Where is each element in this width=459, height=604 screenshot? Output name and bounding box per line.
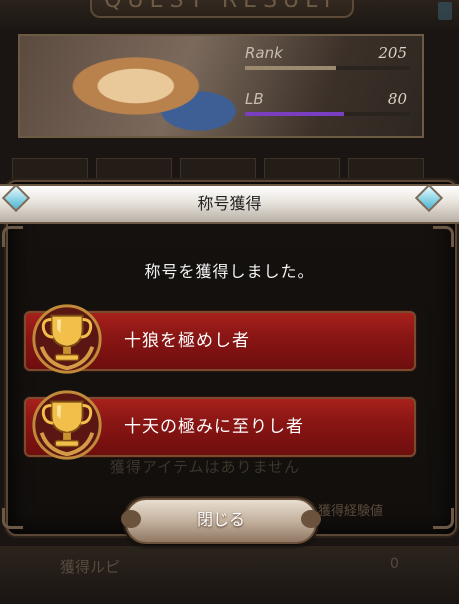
- trophy-icon: [32, 304, 102, 374]
- background-rupie-value: 0: [390, 556, 399, 572]
- rank-label: Rank: [245, 44, 283, 62]
- no-items-text: 獲得アイテムはありません: [110, 458, 301, 476]
- corner-ornament-icon: [433, 226, 454, 247]
- dialog-title: 称号獲得: [197, 194, 262, 213]
- rank-progress-fill: [245, 66, 336, 70]
- rank-value: 205: [378, 44, 407, 62]
- background-header: QUEST RESULT: [0, 0, 459, 28]
- background-exp-button: 獲得経験値: [318, 504, 384, 519]
- dialog-message: 称号を獲得しました。: [144, 262, 315, 281]
- background-header-title: QUEST RESULT: [90, 0, 354, 18]
- profile-banner: Rank 205 LB 80: [18, 34, 424, 138]
- menu-icon[interactable]: [438, 2, 452, 20]
- character-portrait: [56, 36, 246, 136]
- corner-ornament-icon: [433, 508, 454, 529]
- title-entry-label: 十天の極みに至りし者: [124, 417, 304, 437]
- lb-stat: LB 80: [245, 90, 415, 120]
- background-rupie-label: 獲得ルピ: [60, 558, 121, 576]
- trophy-icon: [32, 390, 102, 460]
- lb-value: 80: [387, 90, 407, 108]
- dialog-titlebar: 称号獲得: [0, 184, 459, 224]
- lb-progress-track: [245, 112, 410, 116]
- lb-label: LB: [245, 90, 264, 108]
- rank-stat: Rank 205: [245, 44, 415, 74]
- lb-progress-fill: [245, 112, 344, 116]
- corner-ornament-icon: [2, 226, 23, 247]
- corner-ornament-icon: [2, 508, 23, 529]
- rank-progress-track: [245, 66, 410, 70]
- close-button[interactable]: 閉じる: [121, 498, 321, 544]
- title-entry-label: 十狼を極めし者: [124, 331, 250, 351]
